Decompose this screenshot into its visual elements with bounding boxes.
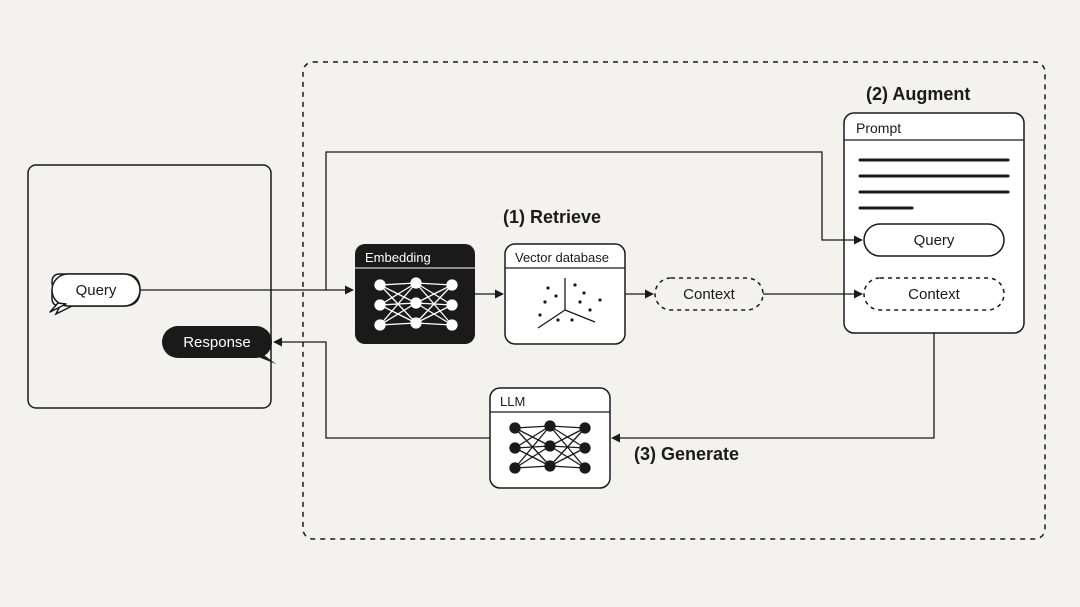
step-retrieve-label: (1) Retrieve bbox=[503, 207, 601, 227]
response-bubble: Response bbox=[162, 326, 276, 364]
rag-diagram: Query Response (1) Retrieve (2) Augment … bbox=[0, 0, 1080, 607]
query-bubble-label: Query bbox=[76, 282, 117, 299]
arrow-prompt-to-llm bbox=[612, 333, 934, 438]
llm-label: LLM bbox=[500, 394, 525, 409]
prompt-query-label: Query bbox=[914, 232, 955, 249]
embedding-label: Embedding bbox=[365, 250, 431, 265]
step-augment-label: (2) Augment bbox=[866, 84, 970, 104]
query-bubble: Query bbox=[50, 274, 140, 314]
prompt-title-label: Prompt bbox=[856, 120, 901, 136]
vector-db-box: Vector database bbox=[505, 244, 625, 344]
embedding-box: Embedding bbox=[355, 244, 475, 344]
llm-box: LLM bbox=[490, 388, 610, 488]
step-generate-label: (3) Generate bbox=[634, 444, 739, 464]
context-bubble: Context bbox=[655, 278, 763, 310]
context-bubble-label: Context bbox=[683, 286, 736, 303]
response-bubble-label: Response bbox=[183, 334, 251, 351]
arrow-llm-to-response bbox=[274, 342, 490, 438]
prompt-context-label: Context bbox=[908, 286, 961, 303]
prompt-panel: Prompt Query Context bbox=[844, 113, 1024, 333]
vector-db-label: Vector database bbox=[515, 250, 609, 265]
